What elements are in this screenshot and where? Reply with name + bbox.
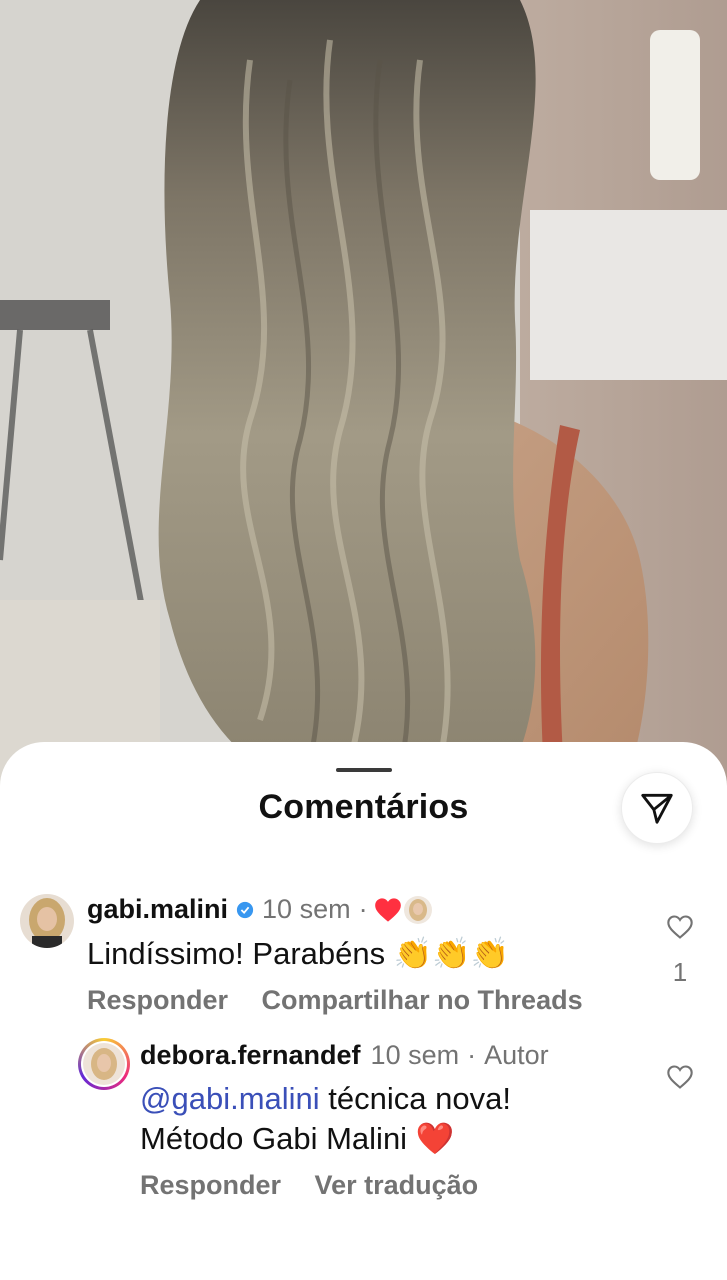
mention-link[interactable]: @gabi.malini (140, 1081, 320, 1116)
reply-button[interactable]: Responder (140, 1170, 281, 1200)
comment-item: gabi.malini 10 sem · Lindíssimo! Parabén… (0, 892, 727, 1032)
author-badge: Autor (484, 1040, 549, 1070)
reply-button[interactable]: Responder (87, 985, 228, 1015)
author-avatar-mini (403, 895, 432, 924)
drag-handle[interactable] (336, 768, 392, 772)
comment-text-line2: Método Gabi Malini ❤️ (140, 1121, 455, 1156)
meta-separator: · (467, 1040, 477, 1070)
avatar[interactable] (20, 894, 74, 948)
comment-username[interactable]: debora.fernandef (140, 1040, 361, 1071)
comment-time: 10 sem (262, 894, 351, 924)
reply-comment-item: debora.fernandef 10 sem · Autor @gabi.ma… (0, 1034, 727, 1214)
share-threads-button[interactable]: Compartilhar no Threads (262, 985, 583, 1015)
send-filter-icon (641, 793, 673, 824)
comment-text: técnica nova! (319, 1081, 511, 1116)
avatar-with-story-ring[interactable] (78, 1038, 130, 1090)
like-button[interactable] (660, 914, 700, 945)
heart-outline-icon (667, 1065, 693, 1089)
comments-sheet: Comentários gabi.malini 10 sem · Lindíss… (0, 742, 727, 1280)
meta-separator: · (358, 894, 368, 924)
heart-outline-icon (667, 915, 693, 939)
liked-by-author-heart-icon (374, 897, 402, 923)
post-photo (0, 0, 727, 790)
comment-text: Lindíssimo! Parabéns 👏👏👏 (87, 936, 510, 971)
hair-photo-illustration (0, 0, 727, 790)
like-button[interactable] (660, 1064, 700, 1095)
sheet-title: Comentários (258, 788, 469, 826)
see-translation-button[interactable]: Ver tradução (315, 1170, 479, 1200)
comment-time: 10 sem (370, 1040, 460, 1070)
like-count: 1 (672, 957, 688, 987)
filter-button[interactable] (621, 772, 693, 844)
verified-badge-icon (236, 901, 254, 919)
comment-username[interactable]: gabi.malini (87, 894, 228, 925)
